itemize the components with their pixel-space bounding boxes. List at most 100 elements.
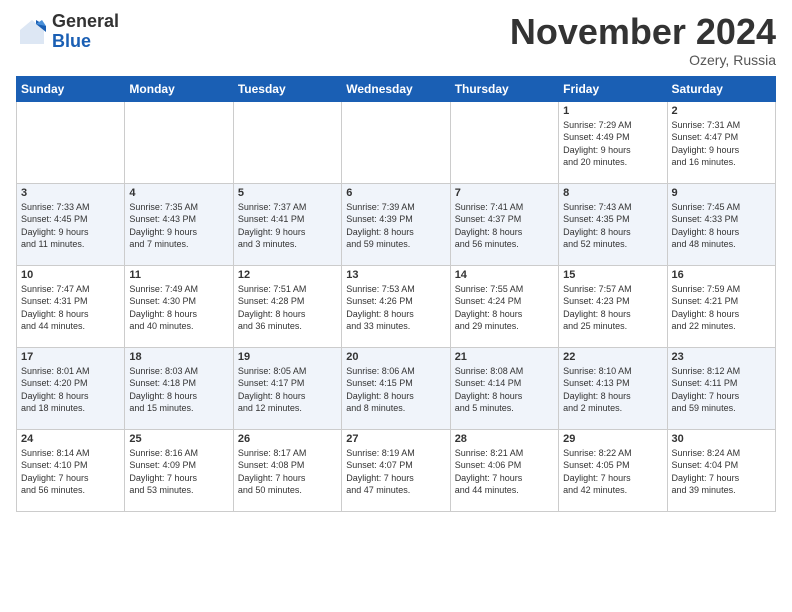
day-number: 24 [21,433,120,445]
location: Ozery, Russia [510,52,776,68]
day-number: 6 [346,187,445,199]
day-info: Sunrise: 7:57 AM Sunset: 4:23 PM Dayligh… [563,283,662,333]
calendar-cell [233,101,341,183]
calendar-week-1: 3 Sunrise: 7:33 AM Sunset: 4:45 PM Daylig… [17,183,776,265]
day-number: 16 [672,269,771,281]
day-number: 30 [672,433,771,445]
calendar-cell: 21 Sunrise: 8:08 AM Sunset: 4:14 PM Dayli… [450,347,558,429]
day-info: Sunrise: 7:41 AM Sunset: 4:37 PM Dayligh… [455,201,554,251]
calendar-cell: 30 Sunrise: 8:24 AM Sunset: 4:04 PM Dayli… [667,429,775,511]
day-info: Sunrise: 7:49 AM Sunset: 4:30 PM Dayligh… [129,283,228,333]
day-info: Sunrise: 7:43 AM Sunset: 4:35 PM Dayligh… [563,201,662,251]
calendar-cell: 20 Sunrise: 8:06 AM Sunset: 4:15 PM Dayli… [342,347,450,429]
calendar-cell: 27 Sunrise: 8:19 AM Sunset: 4:07 PM Dayli… [342,429,450,511]
day-number: 9 [672,187,771,199]
calendar-cell: 4Sunrise: 7:35 AM Sunset: 4:43 PM Daylig… [125,183,233,265]
calendar-cell: 8 Sunrise: 7:43 AM Sunset: 4:35 PM Daylig… [559,183,667,265]
calendar-cell: 7 Sunrise: 7:41 AM Sunset: 4:37 PM Daylig… [450,183,558,265]
day-info: Sunrise: 7:33 AM Sunset: 4:45 PM Dayligh… [21,201,120,251]
day-number: 11 [129,269,228,281]
day-number: 29 [563,433,662,445]
calendar-cell: 1 Sunrise: 7:29 AM Sunset: 4:49 PM Daylig… [559,101,667,183]
calendar-cell: 9 Sunrise: 7:45 AM Sunset: 4:33 PM Daylig… [667,183,775,265]
col-sunday: Sunday [17,76,125,101]
day-info: Sunrise: 8:01 AM Sunset: 4:20 PM Dayligh… [21,365,120,415]
day-info: Sunrise: 7:45 AM Sunset: 4:33 PM Dayligh… [672,201,771,251]
day-number: 23 [672,351,771,363]
calendar-cell: 29 Sunrise: 8:22 AM Sunset: 4:05 PM Dayli… [559,429,667,511]
day-number: 20 [346,351,445,363]
calendar-cell: 15 Sunrise: 7:57 AM Sunset: 4:23 PM Dayli… [559,265,667,347]
calendar-cell [342,101,450,183]
calendar-cell: 26Sunrise: 8:17 AM Sunset: 4:08 PM Dayli… [233,429,341,511]
day-info: Sunrise: 8:19 AM Sunset: 4:07 PM Dayligh… [346,447,445,497]
calendar-cell [17,101,125,183]
day-info: Sunrise: 8:22 AM Sunset: 4:05 PM Dayligh… [563,447,662,497]
logo: General Blue [16,12,119,52]
day-number: 7 [455,187,554,199]
calendar-cell: 18Sunrise: 8:03 AM Sunset: 4:18 PM Dayli… [125,347,233,429]
day-number: 27 [346,433,445,445]
calendar-week-0: 1 Sunrise: 7:29 AM Sunset: 4:49 PM Daylig… [17,101,776,183]
calendar-cell: 24 Sunrise: 8:14 AM Sunset: 4:10 PM Dayli… [17,429,125,511]
calendar-week-4: 24 Sunrise: 8:14 AM Sunset: 4:10 PM Dayli… [17,429,776,511]
day-number: 18 [129,351,228,363]
calendar-cell: 5 Sunrise: 7:37 AM Sunset: 4:41 PM Daylig… [233,183,341,265]
day-number: 28 [455,433,554,445]
day-number: 1 [563,105,662,117]
day-info: Sunrise: 7:51 AM Sunset: 4:28 PM Dayligh… [238,283,337,333]
calendar-cell: 28 Sunrise: 8:21 AM Sunset: 4:06 PM Dayli… [450,429,558,511]
calendar-cell [125,101,233,183]
col-saturday: Saturday [667,76,775,101]
day-number: 4 [129,187,228,199]
logo-blue: Blue [52,32,119,52]
day-info: Sunrise: 8:06 AM Sunset: 4:15 PM Dayligh… [346,365,445,415]
day-number: 21 [455,351,554,363]
col-friday: Friday [559,76,667,101]
day-number: 10 [21,269,120,281]
calendar-cell: 11 Sunrise: 7:49 AM Sunset: 4:30 PM Dayli… [125,265,233,347]
calendar-table: Sunday Monday Tuesday Wednesday Thursday… [16,76,776,512]
day-info: Sunrise: 8:12 AM Sunset: 4:11 PM Dayligh… [672,365,771,415]
calendar-cell [450,101,558,183]
day-info: Sunrise: 7:59 AM Sunset: 4:21 PM Dayligh… [672,283,771,333]
day-info: Sunrise: 8:10 AM Sunset: 4:13 PM Dayligh… [563,365,662,415]
calendar-cell: 17Sunrise: 8:01 AM Sunset: 4:20 PM Dayli… [17,347,125,429]
calendar-cell: 12Sunrise: 7:51 AM Sunset: 4:28 PM Dayli… [233,265,341,347]
day-info: Sunrise: 7:31 AM Sunset: 4:47 PM Dayligh… [672,119,771,169]
day-info: Sunrise: 8:21 AM Sunset: 4:06 PM Dayligh… [455,447,554,497]
col-wednesday: Wednesday [342,76,450,101]
calendar-cell: 14 Sunrise: 7:55 AM Sunset: 4:24 PM Dayli… [450,265,558,347]
col-tuesday: Tuesday [233,76,341,101]
day-info: Sunrise: 7:29 AM Sunset: 4:49 PM Dayligh… [563,119,662,169]
calendar-cell: 10Sunrise: 7:47 AM Sunset: 4:31 PM Dayli… [17,265,125,347]
day-info: Sunrise: 8:14 AM Sunset: 4:10 PM Dayligh… [21,447,120,497]
calendar-cell: 6 Sunrise: 7:39 AM Sunset: 4:39 PM Daylig… [342,183,450,265]
logo-icon [16,16,48,48]
day-number: 8 [563,187,662,199]
day-info: Sunrise: 7:37 AM Sunset: 4:41 PM Dayligh… [238,201,337,251]
day-number: 5 [238,187,337,199]
day-info: Sunrise: 8:08 AM Sunset: 4:14 PM Dayligh… [455,365,554,415]
title-block: November 2024 Ozery, Russia [510,12,776,68]
col-thursday: Thursday [450,76,558,101]
day-number: 15 [563,269,662,281]
day-number: 25 [129,433,228,445]
header-row: Sunday Monday Tuesday Wednesday Thursday… [17,76,776,101]
day-info: Sunrise: 7:39 AM Sunset: 4:39 PM Dayligh… [346,201,445,251]
day-info: Sunrise: 8:24 AM Sunset: 4:04 PM Dayligh… [672,447,771,497]
day-info: Sunrise: 7:55 AM Sunset: 4:24 PM Dayligh… [455,283,554,333]
calendar-cell: 23 Sunrise: 8:12 AM Sunset: 4:11 PM Dayli… [667,347,775,429]
day-number: 14 [455,269,554,281]
calendar-cell: 25Sunrise: 8:16 AM Sunset: 4:09 PM Dayli… [125,429,233,511]
calendar-cell: 13Sunrise: 7:53 AM Sunset: 4:26 PM Dayli… [342,265,450,347]
header: General Blue November 2024 Ozery, Russia [16,12,776,68]
logo-general: General [52,12,119,32]
col-monday: Monday [125,76,233,101]
day-number: 22 [563,351,662,363]
day-info: Sunrise: 8:17 AM Sunset: 4:08 PM Dayligh… [238,447,337,497]
day-number: 3 [21,187,120,199]
day-info: Sunrise: 8:05 AM Sunset: 4:17 PM Dayligh… [238,365,337,415]
logo-text: General Blue [52,12,119,52]
day-number: 19 [238,351,337,363]
